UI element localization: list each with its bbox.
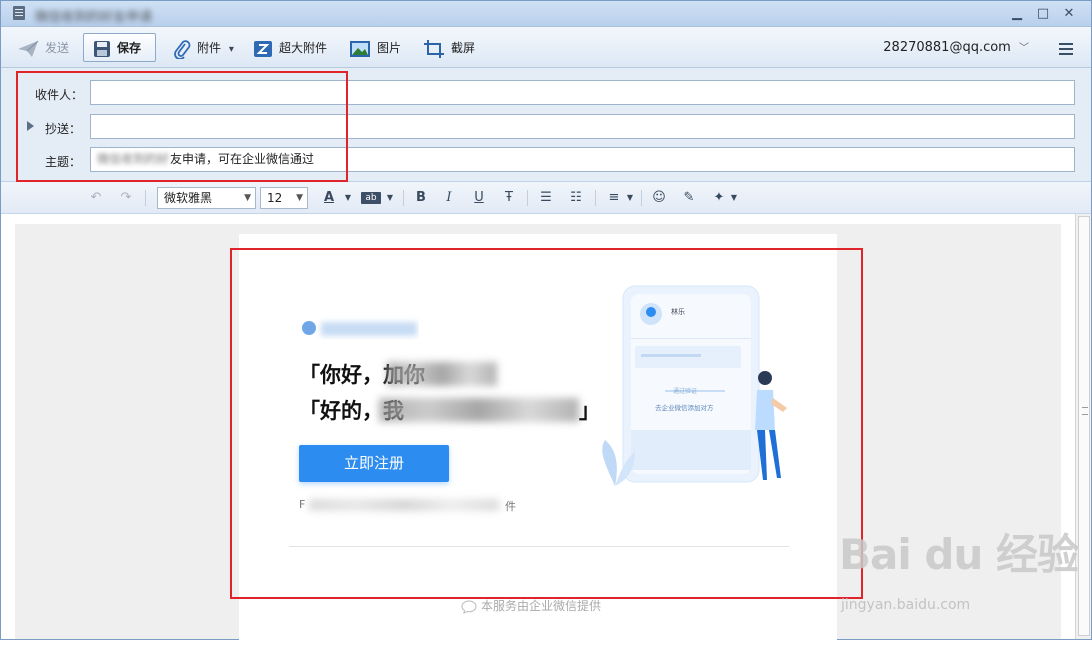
highlight-icon[interactable]: ab — [361, 192, 381, 204]
floppy-disk-icon — [94, 40, 110, 57]
wecom-logo — [302, 321, 417, 336]
close-button[interactable]: ✕ — [1059, 5, 1079, 23]
grip-icon — [1082, 407, 1088, 415]
minimize-button[interactable]: ▁ — [1007, 5, 1027, 23]
window-title: 微信收到的好友申请 — [35, 10, 153, 25]
card-pill: 通过验证 — [673, 387, 697, 395]
chevron-down-icon: ▼ — [244, 193, 251, 203]
blurred-region — [309, 499, 499, 511]
magic-wand-icon[interactable]: ✦ — [711, 190, 727, 206]
chat-bubble-icon — [461, 599, 477, 614]
bullet-list-icon[interactable]: ☰ — [537, 190, 555, 206]
cc-label: 抄送： — [45, 122, 82, 136]
attachment-label: 附件 — [197, 41, 222, 55]
account-email: 28270881@qq.com — [883, 40, 1011, 55]
align-dropdown-icon[interactable]: ▼ — [625, 190, 635, 206]
separator — [595, 190, 596, 206]
card-name: 林乐 — [671, 307, 685, 316]
blurred-region — [379, 398, 579, 422]
screenshot-button[interactable]: 截屏 — [423, 34, 475, 62]
expand-triangle-icon[interactable] — [27, 121, 34, 131]
document-icon — [13, 6, 25, 20]
font-color-dropdown-icon[interactable]: ▼ — [343, 190, 353, 206]
attachment-button[interactable]: 附件 ▾ — [173, 34, 234, 62]
emoji-icon[interactable]: ☺ — [651, 190, 667, 206]
footnote: F — [299, 498, 306, 511]
large-attachment-button[interactable]: 超大附件 — [253, 34, 327, 62]
scrollbar-thumb[interactable] — [1078, 216, 1090, 636]
main-toolbar: 发送 保存 附件 ▾ 超大附件 图片 截屏 28270881@qq.com ﹀ — [1, 27, 1091, 68]
header-fields: 收件人： 抄送： 主题： 微信收到的好友申请，可在企业微信通过 — [1, 68, 1091, 182]
align-icon[interactable]: ≡ — [605, 190, 623, 206]
send-label: 发送 — [45, 41, 70, 55]
highlight-dropdown-icon[interactable]: ▼ — [385, 190, 395, 206]
magic-dropdown-icon[interactable]: ▼ — [729, 190, 739, 206]
baidu-watermark: Bai du 经验 jingyan.baidu.com — [839, 521, 1079, 621]
subject-field[interactable]: 微信收到的好友申请，可在企业微信通过 — [90, 147, 1075, 172]
footnote-end: 件 — [505, 500, 516, 513]
font-size-value: 12 — [267, 191, 283, 205]
to-field[interactable] — [90, 80, 1075, 105]
save-label: 保存 — [117, 41, 142, 55]
separator — [145, 190, 146, 206]
image-button[interactable]: 图片 — [349, 34, 401, 62]
separator — [641, 190, 642, 206]
paperclip-icon — [174, 39, 191, 59]
cc-field[interactable] — [90, 114, 1075, 139]
phone-illustration: 林乐 通过验证 去企业微信添加对方 — [602, 285, 787, 486]
to-label: 收件人： — [35, 88, 84, 102]
image-label: 图片 — [377, 41, 402, 55]
clear-format-icon[interactable]: ✎ — [681, 190, 697, 206]
subject-text: 友申请，可在企业微信通过 — [170, 152, 315, 166]
chevron-down-icon: ▼ — [296, 193, 303, 203]
format-toolbar: ↶ ↷ 微软雅黑 ▼ 12 ▼ A ▼ ab ▼ B I U Ŧ ☰ ☷ ≡ ▼ ☺… — [1, 182, 1091, 214]
underline-icon[interactable]: U — [471, 190, 487, 206]
attachment-dropdown-icon[interactable]: ▾ — [229, 44, 234, 55]
save-button-content[interactable]: 保存 — [93, 34, 141, 62]
redo-icon[interactable]: ↷ — [117, 190, 135, 206]
email-card: 「你好，加你 「好的，我 」 立即注册 F 件 林乐 通过验证 去企业微信添加对… — [239, 234, 837, 654]
title-bar: 微信收到的好友申请 ▁ □ ✕ — [1, 1, 1091, 27]
bold-icon[interactable]: B — [413, 190, 429, 206]
separator — [403, 190, 404, 206]
menu-icon[interactable] — [1059, 43, 1073, 55]
font-family-value: 微软雅黑 — [164, 191, 213, 205]
font-family-select[interactable]: 微软雅黑 ▼ — [157, 187, 256, 209]
separator — [527, 190, 528, 206]
font-size-select[interactable]: 12 ▼ — [260, 187, 308, 209]
undo-icon[interactable]: ↶ — [87, 190, 105, 206]
subject-label: 主题： — [45, 155, 82, 169]
card-caption: 去企业微信添加对方 — [655, 403, 714, 412]
send-icon — [18, 40, 39, 57]
watermark-main: Bai du 经验 — [839, 530, 1079, 579]
watermark-sub: jingyan.baidu.com — [841, 597, 971, 613]
strikethrough-icon[interactable]: Ŧ — [501, 190, 517, 206]
large-attachment-label: 超大附件 — [279, 41, 328, 55]
subject-blurred-text: 微信收到的好 — [97, 152, 170, 166]
crop-icon — [424, 39, 444, 58]
provider-note: 本服务由企业微信提供 — [461, 597, 601, 614]
register-now-button[interactable]: 立即注册 — [299, 445, 449, 482]
send-button[interactable]: 发送 — [17, 34, 69, 62]
divider — [289, 546, 789, 547]
font-color-icon[interactable]: A — [321, 190, 337, 206]
italic-icon[interactable]: I — [441, 190, 457, 206]
chevron-down-icon: ﹀ — [1019, 43, 1029, 54]
blurred-region — [387, 362, 497, 386]
maximize-button[interactable]: □ — [1033, 5, 1053, 23]
numbered-list-icon[interactable]: ☷ — [567, 190, 585, 206]
image-icon — [350, 40, 370, 57]
account-selector[interactable]: 28270881@qq.com ﹀ — [883, 39, 1029, 55]
screenshot-label: 截屏 — [451, 41, 476, 55]
large-attachment-icon — [254, 40, 272, 57]
mail-compose-window: 微信收到的好友申请 ▁ □ ✕ 发送 保存 附件 ▾ 超大附件 图片 截屏 28… — [0, 0, 1092, 654]
